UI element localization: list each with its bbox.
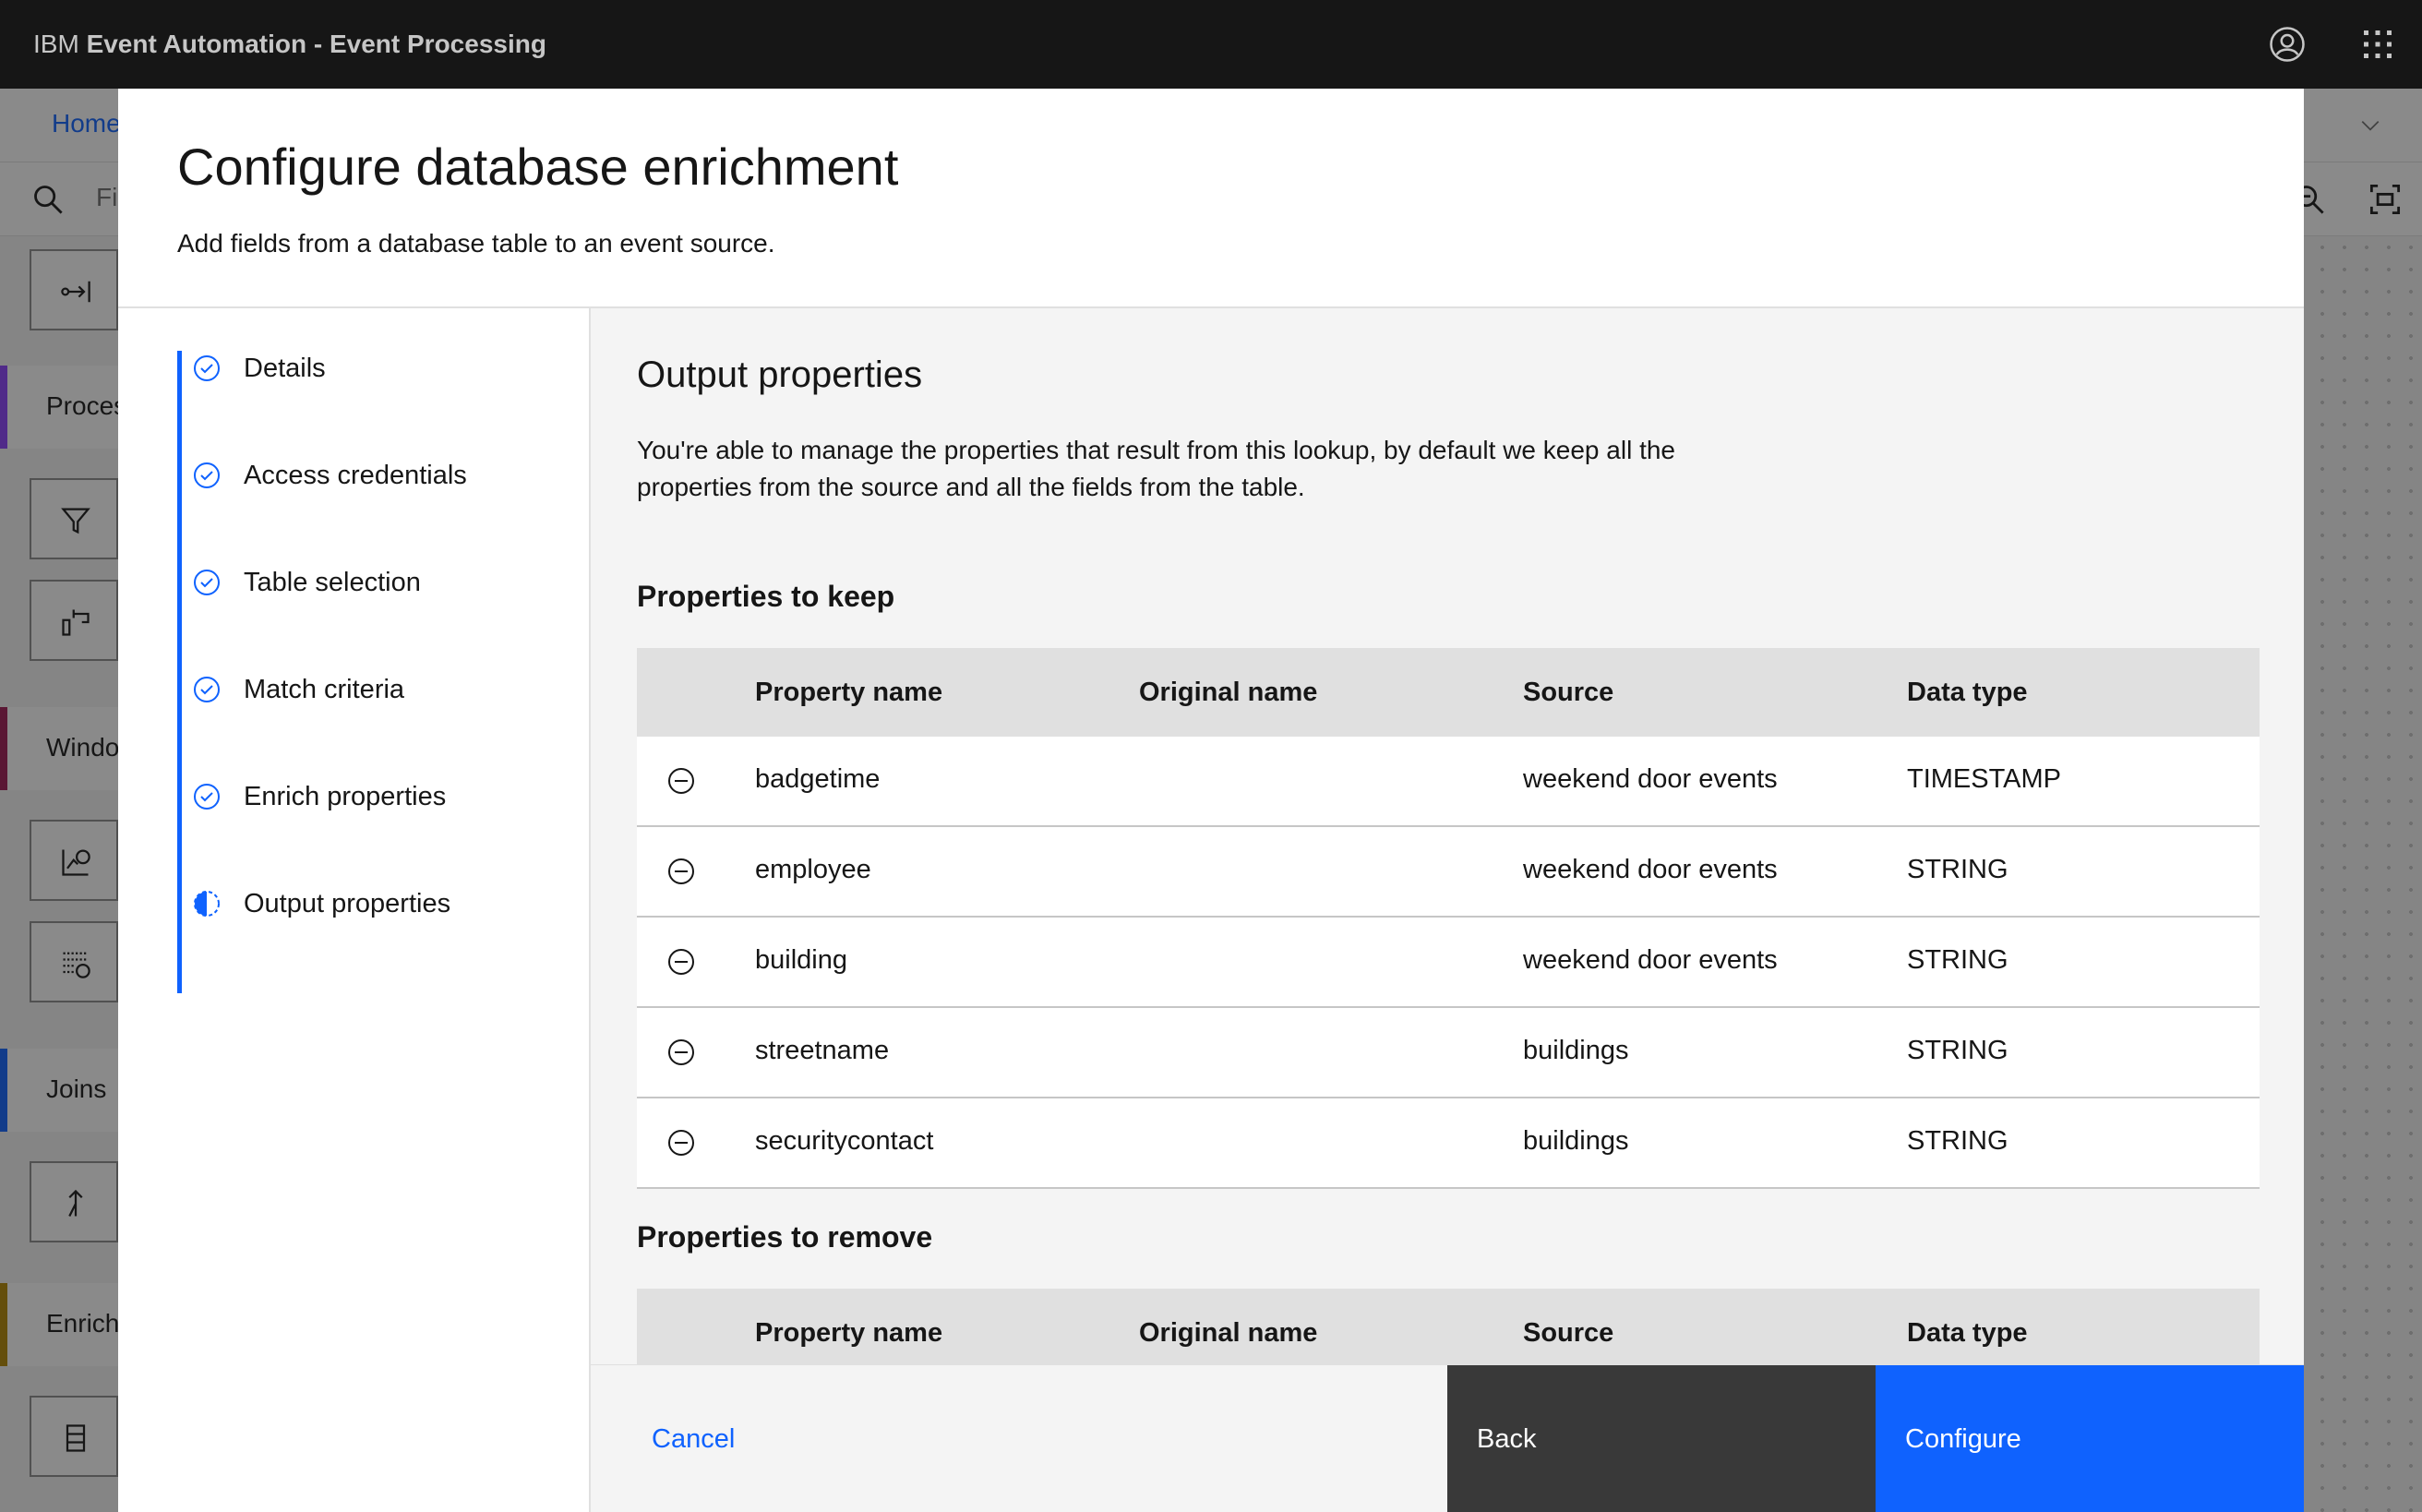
source-cell: weekend door events — [1523, 855, 1778, 884]
column-header[interactable]: Data type — [1907, 678, 2028, 708]
modal-footer: Cancel Back Configure — [591, 1364, 2304, 1512]
column-header[interactable]: Property name — [755, 678, 942, 708]
column-header[interactable]: Original name — [1139, 1318, 1317, 1349]
column-header[interactable]: Property name — [755, 1318, 942, 1349]
keep-table-title: Properties to keep — [637, 580, 895, 613]
section-description: You're able to manage the properties tha… — [637, 436, 1675, 501]
checkmark-outline-icon — [194, 462, 220, 488]
modal-subtitle: Add fields from a database table to an e… — [177, 229, 775, 258]
step-label: Output properties — [244, 888, 451, 918]
table-header: Property name Original name Source Data … — [637, 648, 2260, 737]
column-header[interactable]: Original name — [1139, 678, 1317, 708]
property-name-cell: streetname — [755, 1036, 890, 1065]
modal-title: Configure database enrichment — [177, 138, 899, 196]
data-type-cell: STRING — [1907, 1036, 2008, 1065]
source-cell: weekend door events — [1523, 764, 1778, 794]
top-header: IBM Event Automation - Event Processing — [0, 0, 2422, 89]
step-enrich-properties[interactable]: Enrich properties — [192, 774, 446, 820]
table-header: Property name Original name Source Data … — [637, 1289, 2260, 1364]
property-name-cell: securitycontact — [755, 1126, 934, 1156]
step-table-selection[interactable]: Table selection — [192, 559, 421, 606]
subtract-circle-icon[interactable] — [666, 766, 696, 796]
table-row: badgetime weekend door events TIMESTAMP — [637, 737, 2260, 827]
column-header[interactable]: Source — [1523, 1318, 1613, 1349]
step-details[interactable]: Details — [192, 345, 326, 391]
table-row: securitycontact buildings STRING — [637, 1098, 2260, 1189]
step-label: Table selection — [244, 567, 421, 597]
back-button[interactable]: Back — [1447, 1365, 1876, 1512]
source-cell: buildings — [1523, 1036, 1629, 1065]
properties-to-keep-table: Property name Original name Source Data … — [637, 648, 2260, 1189]
step-output-properties[interactable]: Output properties — [192, 881, 450, 927]
remove-table-title: Properties to remove — [637, 1220, 933, 1254]
properties-to-remove-table: Property name Original name Source Data … — [637, 1289, 2260, 1364]
table-row: employee weekend door events STRING — [637, 827, 2260, 918]
property-name-cell: badgetime — [755, 764, 881, 794]
user-avatar-icon[interactable] — [2269, 26, 2306, 63]
data-type-cell: STRING — [1907, 1126, 2008, 1156]
data-type-cell: STRING — [1907, 855, 2008, 884]
column-header[interactable]: Source — [1523, 678, 1613, 708]
source-cell: weekend door events — [1523, 945, 1778, 975]
source-cell: buildings — [1523, 1126, 1629, 1156]
step-access-credentials[interactable]: Access credentials — [192, 452, 467, 498]
progress-rail — [177, 351, 182, 993]
data-type-cell: STRING — [1907, 945, 2008, 975]
app-switcher-icon[interactable] — [2359, 26, 2396, 63]
table-row: streetname buildings STRING — [637, 1008, 2260, 1098]
property-name-cell: employee — [755, 855, 871, 884]
step-label: Access credentials — [244, 460, 467, 490]
checkmark-outline-icon — [194, 355, 220, 381]
column-header[interactable]: Data type — [1907, 1318, 2028, 1349]
table-row: building weekend door events STRING — [637, 918, 2260, 1008]
step-content: Output properties You're able to manage … — [591, 308, 2304, 1364]
step-match-criteria[interactable]: Match criteria — [192, 666, 404, 713]
configure-enrichment-modal: Configure database enrichment Add fields… — [118, 89, 2304, 1512]
section-title: Output properties — [637, 354, 923, 395]
subtract-circle-icon[interactable] — [666, 1038, 696, 1067]
app-title: IBM Event Automation - Event Processing — [33, 30, 546, 58]
progress-indicator: Details Access credentials Table selecti… — [118, 308, 591, 1512]
checkmark-outline-icon — [194, 677, 220, 702]
step-label: Details — [244, 353, 326, 383]
checkmark-outline-icon — [194, 570, 220, 595]
step-label: Enrich properties — [244, 781, 447, 811]
subtract-circle-icon[interactable] — [666, 947, 696, 977]
configure-button[interactable]: Configure — [1876, 1365, 2304, 1512]
checkmark-outline-icon — [194, 784, 220, 810]
subtract-circle-icon[interactable] — [666, 857, 696, 886]
incomplete-icon — [194, 891, 220, 917]
subtract-circle-icon[interactable] — [666, 1128, 696, 1158]
step-label: Match criteria — [244, 674, 405, 704]
modal-header: Configure database enrichment Add fields… — [118, 89, 2304, 308]
property-name-cell: building — [755, 945, 847, 975]
cancel-button[interactable]: Cancel — [591, 1365, 1447, 1512]
data-type-cell: TIMESTAMP — [1907, 764, 2062, 794]
